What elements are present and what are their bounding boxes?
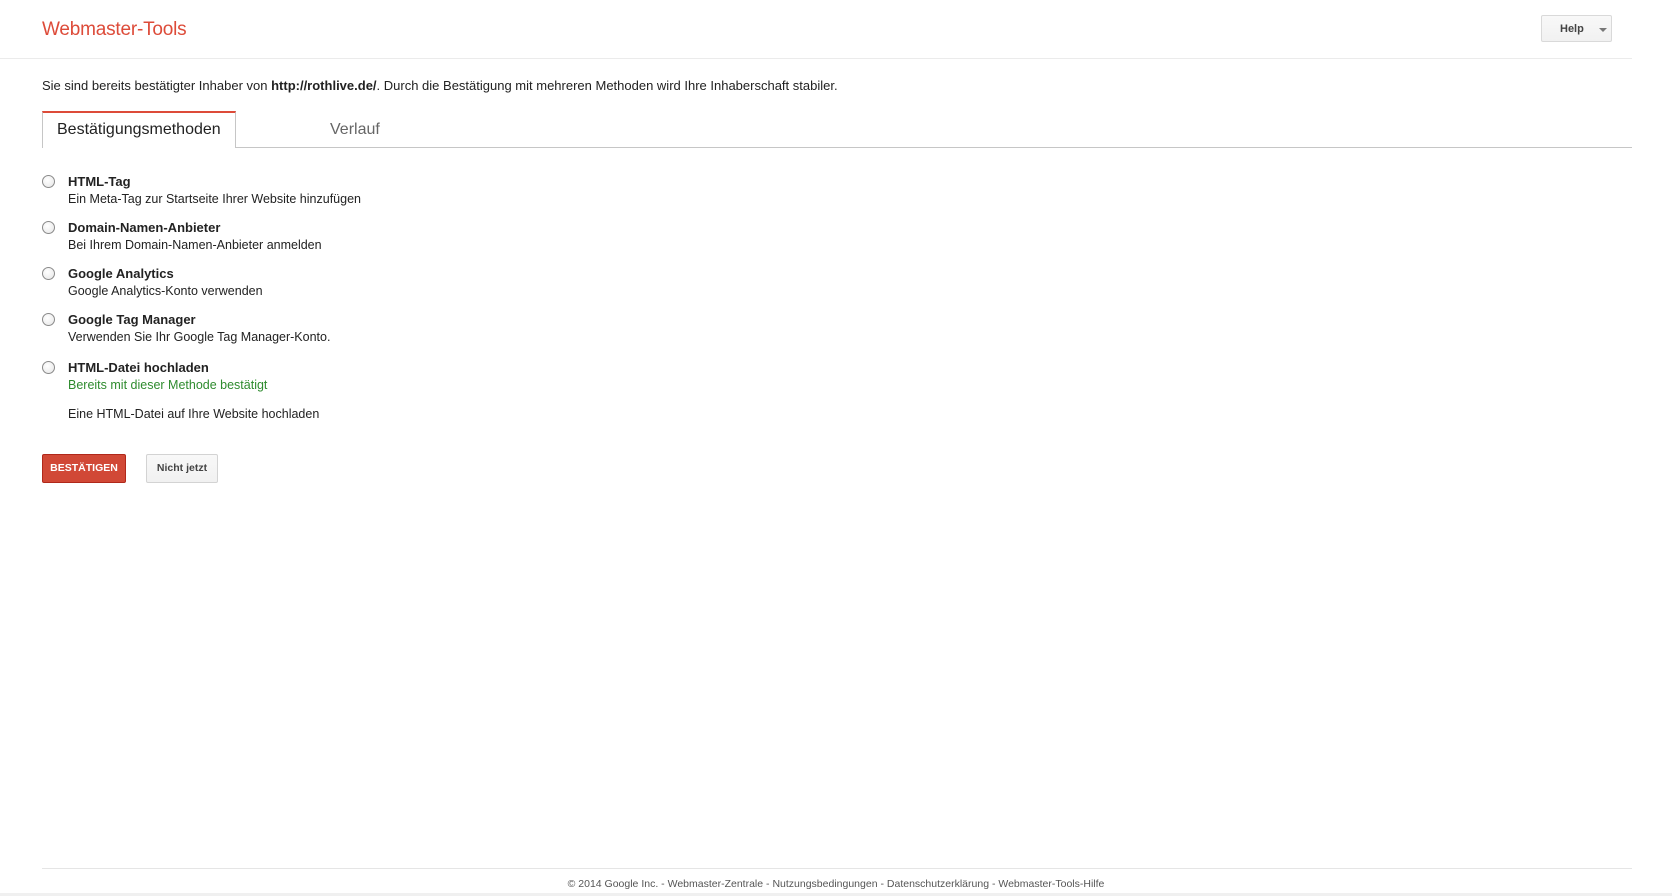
method-description: Verwenden Sie Ihr Google Tag Manager-Kon… — [68, 330, 331, 344]
method-description: Eine HTML-Datei auf Ihre Website hochlad… — [68, 407, 320, 421]
app-title[interactable]: Webmaster-Tools — [42, 19, 187, 41]
footer: © 2014 Google Inc. - Webmaster-Zentrale … — [0, 878, 1672, 890]
tab-bar: Bestätigungsmethoden Verlauf — [42, 111, 1632, 148]
header: Webmaster-Tools Help — [0, 0, 1632, 59]
tab-verification-methods[interactable]: Bestätigungsmethoden — [42, 111, 236, 148]
radio-button[interactable] — [42, 175, 55, 188]
help-button[interactable]: Help — [1541, 15, 1612, 42]
footer-link-terms[interactable]: Nutzungsbedingungen — [772, 878, 877, 890]
footer-copyright: © 2014 Google Inc. — [567, 878, 659, 890]
method-title: HTML-Datei hochladen — [68, 360, 209, 375]
radio-button[interactable] — [42, 361, 55, 374]
page: Webmaster-Tools Help Sie sind bereits be… — [0, 0, 1672, 896]
method-title: Google Tag Manager — [68, 312, 196, 327]
confirm-button[interactable]: BESTÄTIGEN — [42, 454, 126, 483]
method-description: Ein Meta-Tag zur Startseite Ihrer Websit… — [68, 192, 361, 206]
footer-separator: - — [989, 878, 999, 890]
footer-separator: - — [658, 878, 668, 890]
method-title: HTML-Tag — [68, 174, 131, 189]
method-status: Bereits mit dieser Methode bestätigt — [68, 378, 268, 392]
footer-link-webmaster-central[interactable]: Webmaster-Zentrale — [668, 878, 764, 890]
help-label: Help — [1560, 23, 1584, 35]
footer-separator: - — [877, 878, 887, 890]
intro-site: http://rothlive.de/ — [271, 78, 377, 93]
not-now-button[interactable]: Nicht jetzt — [146, 454, 218, 483]
footer-link-help[interactable]: Webmaster-Tools-Hilfe — [998, 878, 1104, 890]
method-description: Bei Ihrem Domain-Namen-Anbieter anmelden — [68, 238, 322, 252]
method-title: Domain-Namen-Anbieter — [68, 220, 221, 235]
tab-label: Bestätigungsmethoden — [57, 121, 221, 138]
method-title: Google Analytics — [68, 266, 174, 281]
radio-button[interactable] — [42, 313, 55, 326]
footer-divider — [42, 868, 1632, 869]
radio-button[interactable] — [42, 267, 55, 280]
intro-suffix: . Durch die Bestätigung mit mehreren Met… — [376, 78, 838, 93]
radio-button[interactable] — [42, 221, 55, 234]
intro-text: Sie sind bereits bestätigter Inhaber von… — [42, 78, 838, 93]
tab-history[interactable]: Verlauf — [236, 111, 380, 147]
tab-label: Verlauf — [330, 121, 380, 138]
footer-link-privacy[interactable]: Datenschutzerklärung — [887, 878, 989, 890]
method-description: Google Analytics-Konto verwenden — [68, 284, 263, 298]
intro-prefix: Sie sind bereits bestätigter Inhaber von — [42, 78, 272, 93]
chevron-down-icon — [1599, 28, 1607, 32]
